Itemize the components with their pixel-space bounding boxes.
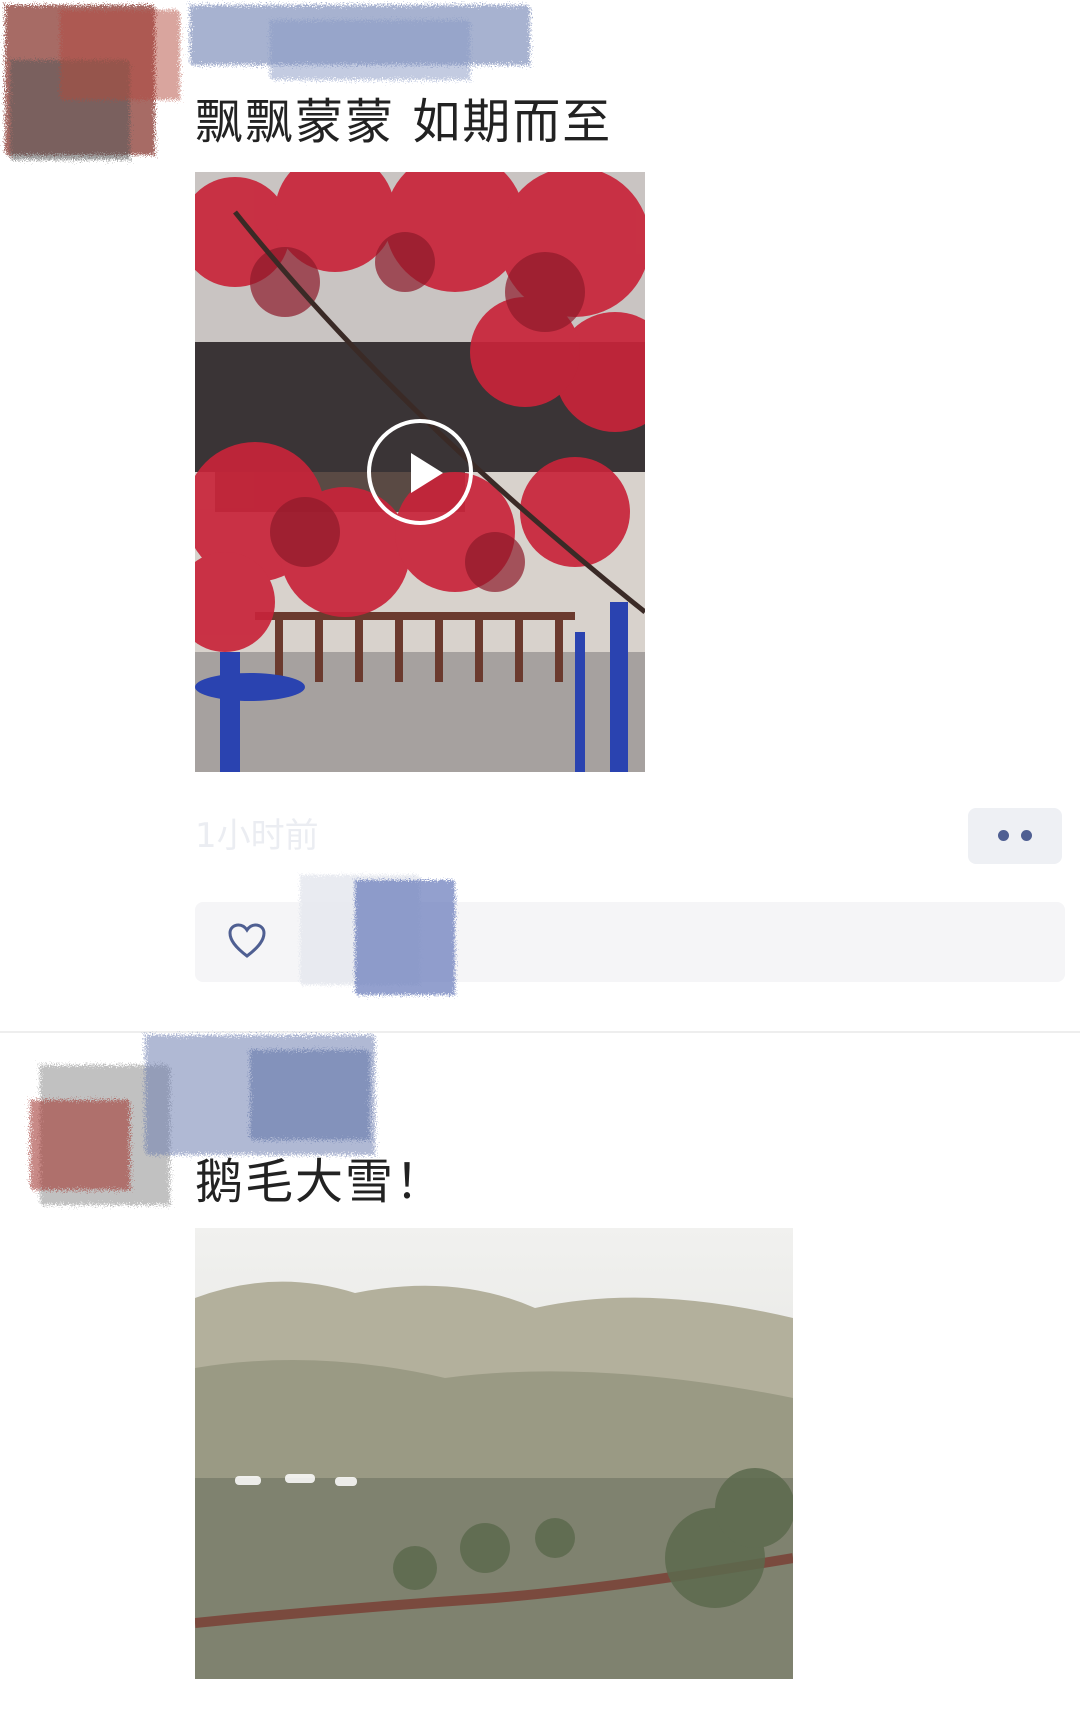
post-text: 飘飘蒙蒙 如期而至 <box>195 94 613 150</box>
post-timestamp: 1小时前 <box>195 816 319 856</box>
play-icon <box>411 453 443 493</box>
liker-names-redacted[interactable] <box>285 855 485 1015</box>
post-image[interactable] <box>195 1228 793 1679</box>
heart-icon[interactable] <box>227 922 267 964</box>
username-redacted[interactable] <box>150 0 550 95</box>
video-thumbnail[interactable] <box>195 172 645 772</box>
play-button[interactable] <box>367 419 473 525</box>
more-options-button[interactable] <box>968 808 1062 864</box>
more-dots-icon <box>998 830 1009 841</box>
post-text: 鹅毛大雪！ <box>195 1154 446 1210</box>
more-dots-icon-dot <box>1021 830 1032 841</box>
